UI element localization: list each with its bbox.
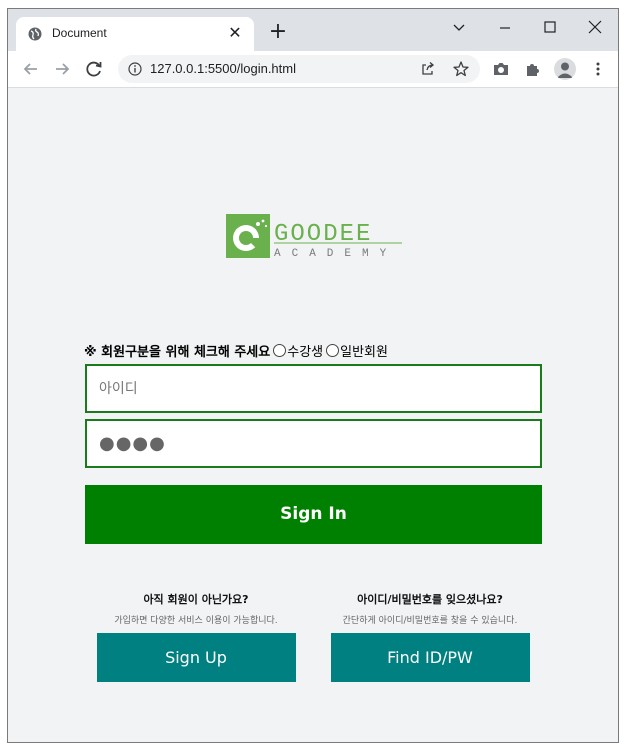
sign-in-button[interactable]: Sign In: [85, 485, 542, 544]
maximize-icon[interactable]: [535, 15, 565, 39]
share-icon[interactable]: [420, 61, 436, 77]
notice-mark: ※: [84, 345, 97, 360]
url-text: 127.0.0.1:5500/login.html: [150, 61, 296, 76]
find-description: 간단하게 아이디/비밀번호를 찾을 수 있습니다.: [342, 616, 518, 626]
profile-avatar[interactable]: [554, 58, 576, 80]
tab-document[interactable]: Document ✕: [16, 17, 254, 51]
logo-tagline-text: ACADEMY: [274, 248, 397, 260]
back-arrow-icon[interactable]: [20, 58, 42, 80]
minimize-icon[interactable]: [490, 15, 520, 39]
general-member-radio-label[interactable]: 일반회원: [340, 345, 388, 360]
extensions-puzzle-icon[interactable]: [524, 60, 542, 78]
member-type-notice: ※ 회원구분을 위해 체크해 주세요 수강생 일반회원: [84, 341, 388, 360]
student-radio-label[interactable]: 수강생: [287, 345, 323, 360]
signup-question: 아직 회원이 아닌가요?: [143, 593, 249, 606]
student-radio[interactable]: [273, 344, 287, 357]
tab-title: Document: [52, 26, 107, 40]
menu-kebab-icon[interactable]: [589, 60, 607, 78]
password-masked-value[interactable]: ●●●●: [99, 433, 166, 454]
bookmark-star-icon[interactable]: [452, 60, 470, 78]
page-content: GOODEE ACADEMY ※ 회원구분을 위해 체크해 주세요 수강생 일반회원…: [8, 88, 618, 742]
find-account-section: 아이디/비밀번호를 잊으셨나요? 간단하게 아이디/비밀번호를 찾을 수 있습니…: [330, 591, 530, 682]
notice-text: 회원구분을 위해 체크해 주세요: [101, 345, 271, 360]
sign-up-button[interactable]: Sign Up: [96, 633, 296, 682]
window-close-icon[interactable]: [580, 15, 610, 39]
general-member-radio[interactable]: [326, 344, 340, 357]
tab-search-icon[interactable]: [444, 15, 474, 39]
id-field[interactable]: [85, 364, 542, 413]
signup-section: 아직 회원이 아닌가요? 가입하면 다양한 서비스 이용이 가능합니다. Sig…: [96, 591, 296, 682]
password-field[interactable]: ●●●●: [85, 419, 542, 468]
address-bar[interactable]: 127.0.0.1:5500/login.html: [118, 55, 480, 83]
tab-close-icon[interactable]: ✕: [226, 24, 244, 42]
forward-arrow-icon[interactable]: [51, 58, 73, 80]
person-icon: [557, 62, 573, 78]
logo-brand-text: GOODEE: [274, 221, 372, 248]
screenshot-camera-icon[interactable]: [492, 60, 510, 78]
browser-toolbar: 127.0.0.1:5500/login.html: [8, 51, 618, 88]
globe-icon: [28, 27, 42, 41]
site-info-icon[interactable]: [128, 62, 142, 76]
tab-strip: Document ✕ +: [8, 9, 618, 51]
reload-icon[interactable]: [83, 58, 105, 80]
signup-description: 가입하면 다양한 서비스 이용이 가능합니다.: [114, 616, 278, 626]
new-tab-button[interactable]: +: [266, 21, 290, 45]
browser-window: Document ✕ + 127.0.0.1:5500/login.html G…: [7, 8, 619, 743]
find-id-pw-button[interactable]: Find ID/PW: [330, 633, 530, 682]
find-question: 아이디/비밀번호를 잊으셨나요?: [357, 593, 503, 606]
goodee-academy-logo: GOODEE ACADEMY: [226, 214, 402, 260]
id-input[interactable]: [99, 366, 540, 411]
